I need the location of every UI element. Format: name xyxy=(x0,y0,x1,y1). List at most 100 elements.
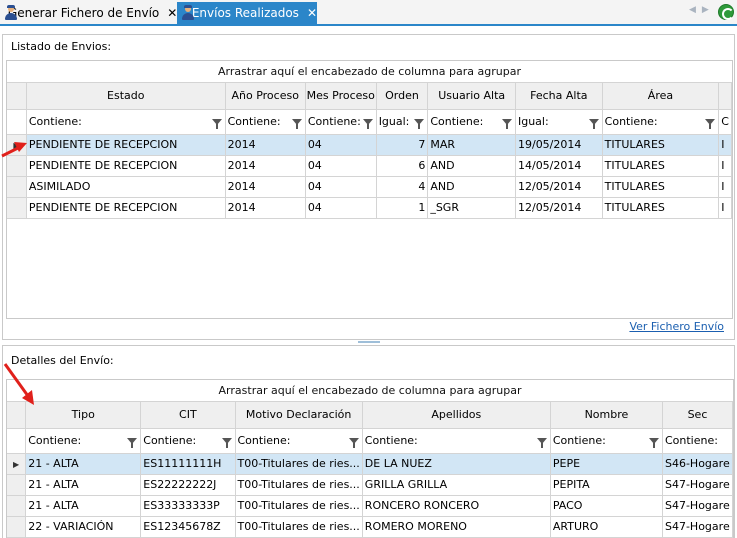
column-header-cit[interactable]: CIT xyxy=(140,402,236,429)
filter-cell[interactable]: Contiene: xyxy=(662,428,733,454)
cell-tipo[interactable]: 21 - ALTA xyxy=(25,495,142,517)
cell-anio[interactable]: 2014 xyxy=(225,176,306,198)
filter-icon[interactable] xyxy=(291,118,302,129)
column-header-fecha-alta[interactable]: Fecha Alta xyxy=(515,83,603,110)
cell-orden[interactable]: 4 xyxy=(376,176,429,198)
table-row[interactable]: ASIMILADO 2014 04 4 AND 12/05/2014 TITUL… xyxy=(7,176,732,198)
cell-fecha[interactable]: 12/05/2014 xyxy=(515,197,603,219)
cell-extra[interactable]: I xyxy=(718,155,732,177)
table-row[interactable]: ▶ 21 - ALTA ES11111111H T00-Titulares de… xyxy=(7,453,733,475)
cell-mes[interactable]: 04 xyxy=(305,155,377,177)
cell-area[interactable]: TITULARES xyxy=(602,134,720,156)
column-header-apellidos[interactable]: Apellidos xyxy=(362,402,551,429)
cell-usuario[interactable]: AND xyxy=(427,155,516,177)
cell-usuario[interactable]: AND xyxy=(427,176,516,198)
filter-icon[interactable] xyxy=(414,118,425,129)
cell-sec[interactable]: S47-Hogare xyxy=(662,495,733,517)
cell-sec[interactable]: S47-Hogare xyxy=(662,516,733,538)
cell-area[interactable]: TITULARES xyxy=(602,176,720,198)
close-icon[interactable]: ✕ xyxy=(167,6,177,20)
group-by-area[interactable]: Arrastrar aquí el encabezado de columna … xyxy=(7,380,733,402)
column-header-mes-proceso[interactable]: Mes Proceso xyxy=(305,83,377,110)
cell-apellidos[interactable]: ROMERO MORENO xyxy=(362,516,551,538)
cell-extra[interactable]: I xyxy=(718,176,732,198)
cell-area[interactable]: TITULARES xyxy=(602,197,720,219)
filter-icon[interactable] xyxy=(588,118,599,129)
splitter-handle[interactable] xyxy=(358,341,380,343)
cell-anio[interactable]: 2014 xyxy=(225,197,306,219)
cell-nombre[interactable]: PEPE xyxy=(550,453,663,475)
column-header-usuario-alta[interactable]: Usuario Alta xyxy=(427,83,516,110)
cell-fecha[interactable]: 19/05/2014 xyxy=(515,134,603,156)
filter-cell[interactable]: Contiene: xyxy=(235,428,363,454)
group-by-area[interactable]: Arrastrar aquí el encabezado de columna … xyxy=(7,61,732,83)
cell-apellidos[interactable]: GRILLA GRILLA xyxy=(362,474,551,496)
cell-tipo[interactable]: 22 - VARIACIÓN xyxy=(25,516,142,538)
table-row[interactable]: PENDIENTE DE RECEPCION 2014 04 1 _SGR 12… xyxy=(7,197,732,219)
filter-icon[interactable] xyxy=(705,118,716,129)
table-row[interactable]: 21 - ALTA ES33333333P T00-Titulares de r… xyxy=(7,495,733,517)
cell-orden[interactable]: 1 xyxy=(376,197,429,219)
filter-cell[interactable]: Igual: xyxy=(515,109,603,135)
cell-apellidos[interactable]: DE LA NUEZ xyxy=(362,453,551,475)
column-header-more[interactable] xyxy=(718,83,732,110)
column-header-estado[interactable]: Estado xyxy=(26,83,226,110)
cell-motivo[interactable]: T00-Titulares de ries... xyxy=(235,474,363,496)
filter-icon[interactable] xyxy=(221,437,232,448)
column-header-sec[interactable]: Sec xyxy=(662,402,733,429)
cell-fecha[interactable]: 14/05/2014 xyxy=(515,155,603,177)
filter-cell[interactable]: Contiene: xyxy=(25,428,142,454)
cell-anio[interactable]: 2014 xyxy=(225,155,306,177)
filter-icon[interactable] xyxy=(362,118,373,129)
column-header-motivo[interactable]: Motivo Declaración xyxy=(235,402,363,429)
filter-cell[interactable]: C xyxy=(718,109,732,135)
cell-nombre[interactable]: PACO xyxy=(550,495,663,517)
table-row[interactable]: 21 - ALTA ES22222222J T00-Titulares de r… xyxy=(7,474,733,496)
column-header-orden[interactable]: Orden xyxy=(376,83,429,110)
cell-estado[interactable]: PENDIENTE DE RECEPCION xyxy=(26,155,226,177)
column-header-tipo[interactable]: Tipo xyxy=(25,402,142,429)
table-row[interactable]: ▶ PENDIENTE DE RECEPCION 2014 04 7 MAR 1… xyxy=(7,134,732,156)
filter-cell[interactable]: Contiene: xyxy=(225,109,306,135)
filter-cell[interactable]: Contiene: xyxy=(362,428,551,454)
filter-icon[interactable] xyxy=(501,118,512,129)
cell-sec[interactable]: S46-Hogare xyxy=(662,453,733,475)
refresh-icon[interactable] xyxy=(718,4,734,20)
close-icon[interactable]: ✕ xyxy=(307,6,317,20)
filter-icon[interactable] xyxy=(127,437,138,448)
table-row[interactable]: 22 - VARIACIÓN ES12345678Z T00-Titulares… xyxy=(7,516,733,538)
cell-usuario[interactable]: MAR xyxy=(427,134,516,156)
filter-cell[interactable]: Igual: xyxy=(376,109,429,135)
cell-usuario[interactable]: _SGR xyxy=(427,197,516,219)
cell-tipo[interactable]: 21 - ALTA xyxy=(25,474,142,496)
cell-nombre[interactable]: ARTURO xyxy=(550,516,663,538)
tab-scroll-arrows[interactable]: ◀▶ xyxy=(689,5,715,15)
cell-nombre[interactable]: PEPITA xyxy=(550,474,663,496)
filter-cell[interactable]: Contiene: xyxy=(26,109,226,135)
cell-orden[interactable]: 7 xyxy=(376,134,429,156)
tab-envios-realizados[interactable]: Envíos Realizados ✕ xyxy=(177,2,317,24)
filter-cell[interactable]: Contiene: xyxy=(550,428,663,454)
filter-cell[interactable]: Contiene: xyxy=(305,109,377,135)
cell-motivo[interactable]: T00-Titulares de ries... xyxy=(235,516,363,538)
filter-icon[interactable] xyxy=(648,437,659,448)
column-header-anio-proceso[interactable]: Año Proceso xyxy=(225,83,306,110)
cell-cit[interactable]: ES22222222J xyxy=(140,474,236,496)
cell-motivo[interactable]: T00-Titulares de ries... xyxy=(235,495,363,517)
cell-estado[interactable]: ASIMILADO xyxy=(26,176,226,198)
cell-mes[interactable]: 04 xyxy=(305,134,377,156)
filter-cell[interactable]: Contiene: xyxy=(140,428,236,454)
cell-estado[interactable]: PENDIENTE DE RECEPCION xyxy=(26,134,226,156)
cell-cit[interactable]: ES33333333P xyxy=(140,495,236,517)
filter-cell[interactable]: Contiene: xyxy=(427,109,516,135)
filter-icon[interactable] xyxy=(211,118,222,129)
cell-tipo[interactable]: 21 - ALTA xyxy=(25,453,142,475)
cell-mes[interactable]: 04 xyxy=(305,176,377,198)
cell-orden[interactable]: 6 xyxy=(376,155,429,177)
cell-cit[interactable]: ES11111111H xyxy=(140,453,236,475)
cell-extra[interactable]: I xyxy=(718,134,732,156)
cell-area[interactable]: TITULARES xyxy=(602,155,720,177)
tab-generar-fichero[interactable]: Generar Fichero de Envío ✕ xyxy=(0,2,177,24)
cell-motivo[interactable]: T00-Titulares de ries... xyxy=(235,453,363,475)
ver-fichero-envio-link[interactable]: Ver Fichero Envío xyxy=(629,320,724,333)
